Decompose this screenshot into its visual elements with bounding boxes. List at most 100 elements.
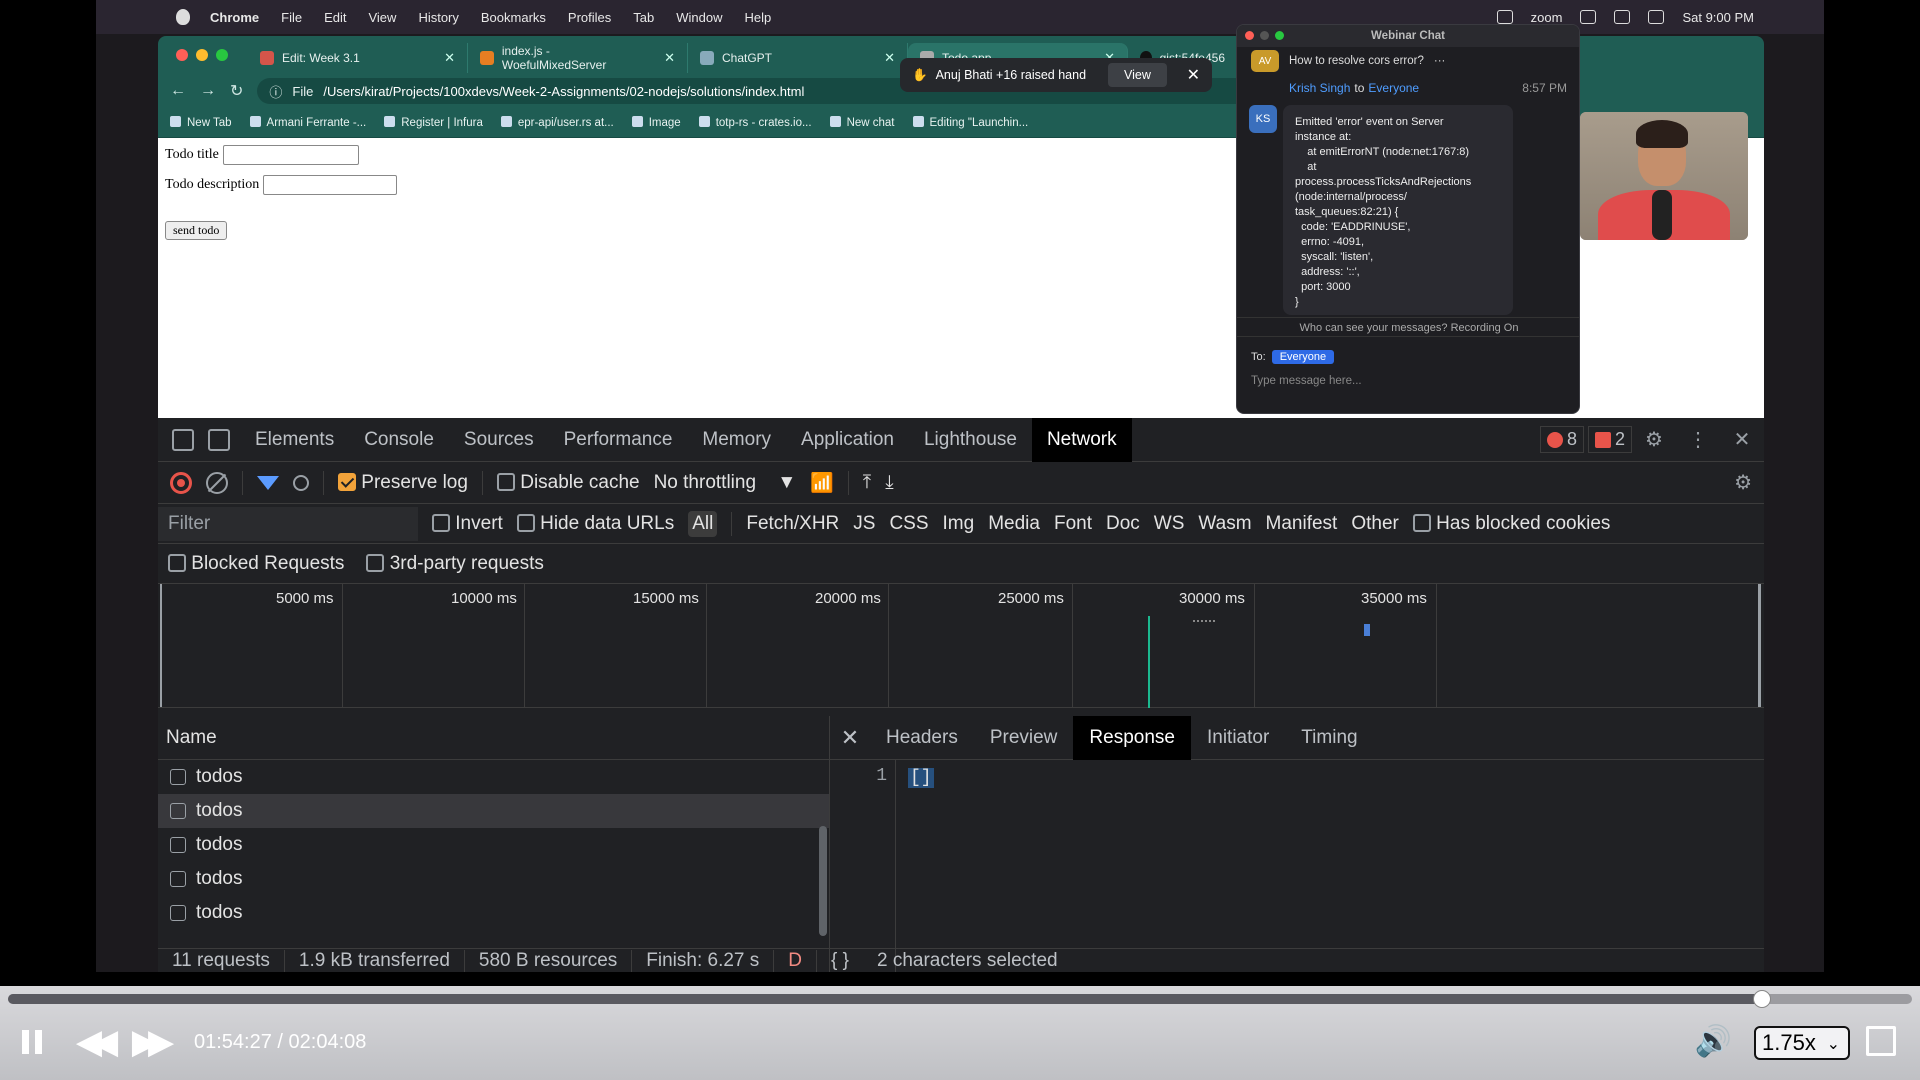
menu-file[interactable]: File [281,10,302,25]
request-row[interactable]: todos [158,862,829,896]
type-filter-wasm[interactable]: Wasm [1198,513,1251,535]
browser-tab[interactable]: ChatGPT ✕ [688,43,908,73]
search-icon[interactable] [1648,10,1665,24]
type-filter-other[interactable]: Other [1351,513,1399,535]
disable-cache-toggle[interactable]: Disable cache [496,472,640,494]
close-icon[interactable]: ✕ [1720,427,1764,452]
record-icon[interactable] [170,471,192,494]
has-blocked-cookies-toggle[interactable]: Has blocked cookies [1412,513,1610,535]
type-filter-media[interactable]: Media [988,513,1040,535]
browser-tab[interactable]: Edit: Week 3.1 ✕ [248,43,468,73]
send-todo-button[interactable]: send todo [165,221,228,240]
tab-network[interactable]: Network [1031,417,1132,462]
warning-count-badge[interactable]: 2 [1587,426,1632,453]
invert-toggle[interactable]: Invert [432,513,503,535]
export-har-icon[interactable]: ⤓ [885,472,893,494]
progress-handle[interactable] [1752,990,1771,1008]
menu-history[interactable]: History [418,10,458,25]
close-icon[interactable]: ✕ [884,50,895,66]
minimize-window-icon[interactable] [1260,31,1269,40]
fast-forward-icon[interactable]: ▶▶ [126,1020,174,1064]
menu-tab[interactable]: Tab [633,10,654,25]
network-timeline[interactable]: 5000 ms 10000 ms 15000 ms 20000 ms 25000… [158,584,1764,708]
type-filter-ws[interactable]: WS [1154,513,1185,535]
battery-icon[interactable] [1614,10,1631,24]
wifi-icon[interactable] [1580,10,1597,24]
preserve-log-checkbox[interactable] [338,472,356,491]
row-checkbox[interactable] [170,803,186,819]
scrollbar[interactable] [819,826,827,936]
disable-cache-checkbox[interactable] [496,472,515,491]
recipient-dropdown[interactable]: Everyone [1271,350,1335,364]
tab-memory[interactable]: Memory [687,418,786,462]
row-checkbox[interactable] [170,871,186,887]
more-options-icon[interactable]: ⋮ [1676,427,1720,452]
blocked-requests-toggle[interactable]: Blocked Requests [168,553,344,575]
hide-data-urls-toggle[interactable]: Hide data URLs [516,513,674,535]
info-icon[interactable]: ⓘ [269,82,282,101]
close-icon[interactable]: ✕ [664,50,675,66]
device-toolbar-icon[interactable] [208,428,230,451]
volume-icon[interactable]: 🔊 [1695,1024,1732,1059]
menu-bookmarks[interactable]: Bookmarks [481,10,546,25]
bookmark-item[interactable]: Armani Ferrante -... [250,116,367,129]
settings-gear-icon[interactable]: ⚙ [1632,427,1676,452]
response-body[interactable]: 1 [] [830,760,1764,972]
todo-title-input[interactable] [222,145,359,165]
bookmark-item[interactable]: epr-api/user.rs at... [501,116,614,129]
zoom-window-icon[interactable] [1275,31,1284,40]
close-window-icon[interactable] [1245,31,1254,40]
hide-data-urls-checkbox[interactable] [516,513,535,532]
row-checkbox[interactable] [170,905,186,921]
tab-initiator[interactable]: Initiator [1191,716,1285,760]
request-row-selected[interactable]: todos [158,794,829,828]
privacy-notice[interactable]: Who can see your messages? Recording On [1237,317,1579,337]
browser-tab[interactable]: index.js - WoefulMixedServer ✕ [468,43,688,73]
filter-icon[interactable] [257,475,279,490]
reload-icon[interactable]: ↻ [230,81,243,101]
minimize-window-icon[interactable] [196,49,208,61]
pretty-print-icon[interactable]: { } [816,949,863,972]
tab-performance[interactable]: Performance [549,418,688,462]
back-icon[interactable]: ← [170,82,186,100]
filter-input[interactable]: Filter [158,506,418,541]
chrome-status-icon[interactable] [1496,10,1513,24]
throttling-select[interactable]: No throttling ▼ [654,472,797,494]
close-icon[interactable]: ✕ [444,50,455,66]
more-icon[interactable]: ··· [1434,55,1446,67]
tab-preview[interactable]: Preview [974,716,1074,760]
menu-help[interactable]: Help [745,10,772,25]
progress-bar[interactable] [8,990,1912,1008]
has-blocked-cookies-checkbox[interactable] [1412,513,1431,532]
response-text[interactable]: [] [908,768,934,788]
close-window-icon[interactable] [176,49,188,61]
view-button[interactable]: View [1108,63,1167,87]
tab-headers[interactable]: Headers [870,716,974,760]
type-filter-js[interactable]: JS [853,513,875,535]
network-conditions-icon[interactable]: 📶 [810,471,834,495]
fullscreen-icon[interactable] [1866,1026,1896,1056]
search-icon[interactable] [293,474,309,491]
bookmark-item[interactable]: Image [632,116,681,129]
tab-response[interactable]: Response [1073,715,1191,760]
bookmark-item[interactable]: New chat [830,116,895,129]
row-checkbox[interactable] [170,837,186,853]
type-filter-font[interactable]: Font [1054,513,1092,535]
request-row[interactable]: todos [158,896,829,930]
type-filter-css[interactable]: CSS [889,513,928,535]
zoom-window-icon[interactable] [216,49,228,61]
tab-application[interactable]: Application [786,418,909,462]
blocked-requests-checkbox[interactable] [168,553,186,572]
type-filter-fetch-xhr[interactable]: Fetch/XHR [746,513,839,535]
bookmark-item[interactable]: Register | Infura [384,116,483,129]
inspect-element-icon[interactable] [172,428,194,451]
forward-icon[interactable]: → [200,82,216,100]
error-count-badge[interactable]: 8 [1539,426,1584,453]
type-filter-all[interactable]: All [688,510,718,537]
tab-lighthouse[interactable]: Lighthouse [909,418,1032,462]
third-party-toggle[interactable]: 3rd-party requests [366,553,544,575]
bookmark-item[interactable]: New Tab [170,116,232,129]
request-row[interactable]: todos [158,828,829,862]
menu-profiles[interactable]: Profiles [568,10,611,25]
close-icon[interactable]: ✕ [830,725,870,751]
